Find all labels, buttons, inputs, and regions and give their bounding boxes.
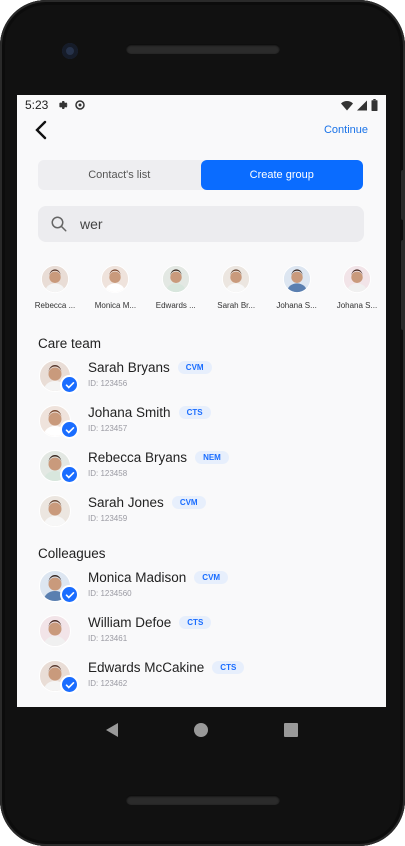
- selected-member-name: Edwards ...: [155, 301, 196, 310]
- search-icon: [51, 216, 67, 232]
- signal-icon: [357, 100, 367, 110]
- contact-row[interactable]: Johana Smith CTS ID: 123457: [39, 403, 359, 443]
- contact-id: ID: 1234560: [88, 589, 132, 598]
- checkmark-icon: [60, 465, 79, 484]
- selected-member[interactable]: Edwards ...: [152, 265, 200, 315]
- contact-row[interactable]: Sarah Jones CVM ID: 123459: [39, 493, 359, 533]
- selected-member-name: Rebecca ...: [34, 301, 76, 310]
- android-nav-bar: [17, 707, 386, 752]
- continue-button[interactable]: Continue: [324, 124, 368, 136]
- selected-member[interactable]: Monica M...: [91, 265, 139, 315]
- data-saver-icon: [75, 100, 86, 110]
- role-badge: CTS: [212, 661, 245, 674]
- front-camera: [62, 43, 78, 59]
- selected-member-name: Monica M...: [94, 301, 137, 310]
- section-title-care-team: Care team: [38, 336, 102, 351]
- tab-contacts-list[interactable]: Contact's list: [38, 160, 201, 190]
- avatar: [41, 265, 69, 298]
- role-badge: CVM: [177, 361, 212, 374]
- contact-row[interactable]: Edwards McCakine CTS ID: 123462: [39, 658, 359, 698]
- selected-members-strip: Rebecca ... Monica M... Edwards ... Sarah B…: [31, 265, 381, 315]
- contact-id: ID: 123461: [88, 634, 128, 643]
- contact-name: Sarah Jones: [88, 495, 164, 510]
- search-input[interactable]: wer: [38, 206, 364, 242]
- nav-home-icon[interactable]: [194, 722, 209, 737]
- power-button: [401, 240, 405, 330]
- status-time: 5:23: [25, 98, 49, 112]
- contact-id: ID: 123458: [88, 469, 128, 478]
- status-bar: 5:23: [17, 95, 386, 115]
- avatar: [222, 265, 251, 298]
- selected-member-name: Johana S...: [336, 301, 378, 310]
- contact-id: ID: 123456: [88, 379, 128, 388]
- selected-member[interactable]: Johana S...: [333, 265, 381, 315]
- battery-icon: [371, 99, 378, 111]
- settings-icon: [59, 101, 68, 109]
- avatar: [161, 265, 190, 298]
- contact-id: ID: 123459: [88, 514, 128, 523]
- selected-member[interactable]: Johana S...: [273, 265, 321, 315]
- role-badge: CVM: [171, 496, 206, 509]
- contact-name-line: William Defoe CTS: [88, 615, 212, 630]
- contact-name: William Defoe: [88, 615, 172, 630]
- phone-frame: 5:23 Continue Contact's list Create grou…: [0, 0, 405, 846]
- selected-member-name: Johana S...: [276, 301, 317, 310]
- selected-member[interactable]: Rebecca ...: [31, 265, 79, 315]
- contact-name-line: Rebecca Bryans NEM: [88, 450, 229, 465]
- back-arrow-icon[interactable]: [31, 119, 51, 141]
- contact-name-line: Sarah Jones CVM: [88, 495, 206, 510]
- contact-name-line: Johana Smith CTS: [88, 405, 211, 420]
- contact-name: Monica Madison: [88, 570, 187, 585]
- avatar: [39, 615, 71, 647]
- avatar: [101, 265, 130, 298]
- role-badge: CVM: [194, 571, 229, 584]
- app-screen: 5:23 Continue Contact's list Create grou…: [17, 95, 386, 707]
- contact-id: ID: 123457: [88, 424, 128, 433]
- contact-name-line: Edwards McCakine CTS: [88, 660, 245, 675]
- avatar: [39, 495, 71, 527]
- selected-member[interactable]: Sarah Br...: [212, 265, 260, 315]
- selected-member-name: Sarah Br...: [217, 301, 256, 310]
- contact-name-line: Monica Madison CVM: [88, 570, 229, 585]
- contact-name: Rebecca Bryans: [88, 450, 188, 465]
- contact-row[interactable]: Monica Madison CVM ID: 1234560: [39, 568, 359, 608]
- section-title-colleagues: Colleagues: [38, 546, 106, 561]
- contact-row[interactable]: Sarah Bryans CVM ID: 123456: [39, 358, 359, 398]
- nav-recents-icon[interactable]: [284, 722, 299, 737]
- contact-name: Edwards McCakine: [88, 660, 205, 675]
- search-value: wer: [80, 216, 103, 232]
- checkmark-icon: [60, 420, 79, 439]
- contact-name: Johana Smith: [88, 405, 171, 420]
- avatar: [342, 265, 371, 298]
- tab-switcher: Contact's list Create group: [38, 160, 363, 190]
- earpiece-speaker: [126, 44, 280, 54]
- checkmark-icon: [60, 675, 79, 694]
- role-badge: CTS: [179, 616, 212, 629]
- contact-row[interactable]: Rebecca Bryans NEM ID: 123458: [39, 448, 359, 488]
- tab-create-group[interactable]: Create group: [200, 160, 363, 190]
- contact-name: Sarah Bryans: [88, 360, 170, 375]
- checkmark-icon: [60, 585, 79, 604]
- contact-name-line: Sarah Bryans CVM: [88, 360, 212, 375]
- avatar: [282, 265, 311, 298]
- wifi-icon: [341, 100, 353, 110]
- contact-id: ID: 123462: [88, 679, 128, 688]
- role-badge: CTS: [178, 406, 211, 419]
- contact-row[interactable]: William Defoe CTS ID: 123461: [39, 613, 359, 653]
- top-bar: Continue: [17, 115, 386, 145]
- checkmark-icon: [60, 375, 79, 394]
- role-badge: NEM: [195, 451, 229, 464]
- volume-button: [401, 170, 405, 220]
- nav-back-icon[interactable]: [105, 722, 119, 738]
- bottom-speaker: [126, 795, 280, 805]
